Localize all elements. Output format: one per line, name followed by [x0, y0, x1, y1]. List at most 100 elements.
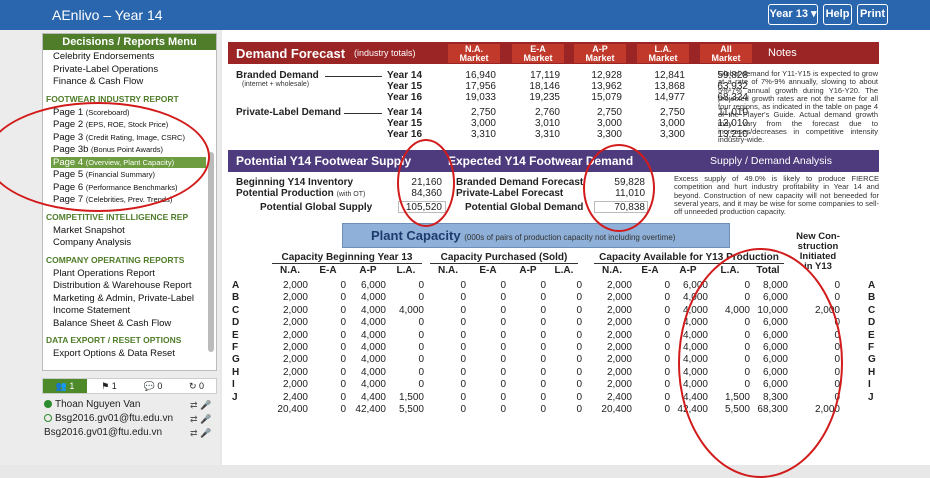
- menu-item[interactable]: Balance Sheet & Cash Flow: [53, 318, 171, 329]
- demand-value: 18,146: [529, 81, 560, 92]
- capacity-purchased-value: 0: [540, 292, 546, 304]
- capacity-purchased-value: 0: [540, 366, 546, 378]
- tab-users[interactable]: 👥 1: [43, 379, 87, 393]
- supply-demand-header: Potential Y14 Footwear Supply Expected Y…: [228, 150, 879, 172]
- top-bar: AEnlivo – Year 14 Year 13 ▾ Help Print: [0, 0, 930, 30]
- user-actions-icon[interactable]: ⇄ 🎤: [190, 428, 211, 439]
- print-button[interactable]: Print: [857, 4, 888, 25]
- tab-refresh[interactable]: ↻ 0: [175, 379, 218, 393]
- column-header: A-P: [359, 265, 377, 276]
- demand-value: 15,079: [591, 92, 622, 103]
- capacity-begin-value: 0: [340, 354, 346, 366]
- capacity-begin-value: 4,000: [360, 354, 386, 366]
- company-label: G: [868, 354, 876, 366]
- capacity-purchased-value: 0: [500, 304, 506, 316]
- app-title: AEnlivo – Year 14: [52, 7, 163, 23]
- year-label: Year 16: [387, 129, 423, 140]
- year-label: Year 15: [387, 118, 423, 129]
- menu-item[interactable]: Market Snapshot: [53, 225, 125, 236]
- demand-value: 17,956: [465, 81, 496, 92]
- company-label: F: [868, 342, 875, 353]
- offline-status-icon: [44, 414, 52, 422]
- company-label: G: [232, 354, 240, 366]
- capacity-purchased-value: 0: [540, 280, 546, 291]
- capacity-purchased-value: 0: [460, 404, 466, 415]
- demand-value: 3,300: [596, 129, 622, 140]
- capacity-purchased-value: 0: [540, 354, 546, 366]
- menu-item[interactable]: Finance & Cash Flow: [53, 76, 143, 87]
- capacity-begin-value: 0: [418, 280, 424, 291]
- capacity-begin-value: 2,000: [282, 379, 308, 391]
- market-header-4: All Market: [700, 44, 752, 63]
- menu-item[interactable]: Celebrity Endorsements: [53, 51, 154, 62]
- user-actions-icon[interactable]: ⇄ 🎤: [190, 400, 211, 411]
- capacity-available-value: 0: [664, 391, 670, 403]
- capacity-purchased-value: 0: [460, 317, 466, 329]
- supply-demand-analysis: Excess supply of 49.0% is likely to prod…: [674, 174, 879, 217]
- global-demand-label: Potential Global Demand: [465, 202, 584, 213]
- menu-item[interactable]: Company Analysis: [53, 237, 131, 248]
- capacity-begin-value: 2,400: [282, 391, 308, 403]
- demand-value: 3,000: [659, 118, 685, 129]
- menu-item[interactable]: Private-Label Operations: [53, 64, 158, 75]
- capacity-purchased-value: 0: [576, 342, 582, 353]
- user-item[interactable]: Bsg2016.gv01@ftu.edu.vn: [44, 413, 173, 424]
- capacity-available-value: 2,000: [606, 329, 632, 341]
- demand-value: 3,000: [596, 118, 622, 129]
- menu-section-title: COMPANY OPERATING REPORTS: [46, 254, 185, 265]
- demand-value: 16,940: [465, 70, 496, 81]
- company-label: B: [868, 292, 876, 304]
- online-status-icon: [44, 400, 52, 408]
- capacity-purchased-value: 0: [460, 366, 466, 378]
- user-actions-icon[interactable]: ⇄ 🎤: [190, 414, 211, 425]
- capacity-available-value: 2,400: [606, 391, 632, 403]
- beginning-inventory-label: Beginning Y14 Inventory: [236, 177, 354, 188]
- capacity-available-value: 2,000: [606, 379, 632, 391]
- capacity-purchased-value: 0: [500, 292, 506, 304]
- capacity-purchased-value: 0: [500, 391, 506, 403]
- capacity-begin-value: 4,000: [360, 292, 386, 304]
- capacity-available-value: 2,000: [606, 366, 632, 378]
- menu-scrollbar[interactable]: [208, 152, 214, 352]
- demand-notes: Global demand for Y11-Y15 is expected to…: [718, 69, 878, 145]
- menu-item[interactable]: Distribution & Warehouse Report: [53, 280, 192, 291]
- company-label: I: [868, 379, 871, 391]
- private-forecast-label: Private-Label Forecast: [456, 188, 564, 199]
- year-label: Year 16: [387, 92, 423, 103]
- capacity-begin-value: 0: [418, 317, 424, 329]
- column-header: A-P: [519, 265, 537, 276]
- menu-item[interactable]: Income Statement: [53, 305, 130, 316]
- demand-value: 19,033: [465, 92, 496, 103]
- year-select-button[interactable]: Year 13 ▾: [768, 4, 818, 25]
- user-item[interactable]: Bsg2016.gv01@ftu.edu.vn: [44, 427, 162, 438]
- company-label: C: [868, 304, 876, 316]
- menu-item[interactable]: Plant Operations Report: [53, 268, 155, 279]
- demand-value: 12,841: [654, 70, 685, 81]
- capacity-purchased-value: 0: [500, 280, 506, 291]
- capacity-begin-value: 0: [418, 366, 424, 378]
- potential-production-label: Potential Production (with OT): [236, 188, 366, 199]
- capacity-available-value: 2,000: [606, 280, 632, 291]
- column-header: L.A.: [396, 265, 416, 276]
- capacity-begin-value: 0: [340, 329, 346, 341]
- capacity-purchased-value: 0: [500, 366, 506, 378]
- help-button[interactable]: Help: [823, 4, 852, 25]
- menu-item[interactable]: Export Options & Data Reset: [53, 348, 175, 359]
- tab-messages[interactable]: 💬 0: [131, 379, 175, 393]
- menu-item[interactable]: Marketing & Admin, Private-Label: [53, 293, 194, 304]
- demand-title: Demand Forecast: [236, 46, 346, 61]
- company-label: D: [868, 317, 876, 329]
- demand-value: 13,868: [654, 81, 685, 92]
- capacity-purchased-value: 0: [576, 379, 582, 391]
- plant-capacity-header: Plant Capacity (000s of pairs of product…: [342, 223, 730, 248]
- capacity-available-value: 2,000: [606, 292, 632, 304]
- capacity-available-value: 2,000: [606, 342, 632, 353]
- capacity-begin-value: 0: [340, 292, 346, 304]
- capacity-begin-value: 0: [340, 391, 346, 403]
- tab-flags[interactable]: ⚑ 1: [87, 379, 131, 393]
- demand-value: 2,750: [659, 107, 685, 118]
- capacity-purchased-value: 0: [576, 317, 582, 329]
- capacity-purchased-value: 0: [460, 354, 466, 366]
- user-item[interactable]: Thoan Nguyen Van: [44, 399, 140, 410]
- capacity-begin-value: 4,000: [360, 317, 386, 329]
